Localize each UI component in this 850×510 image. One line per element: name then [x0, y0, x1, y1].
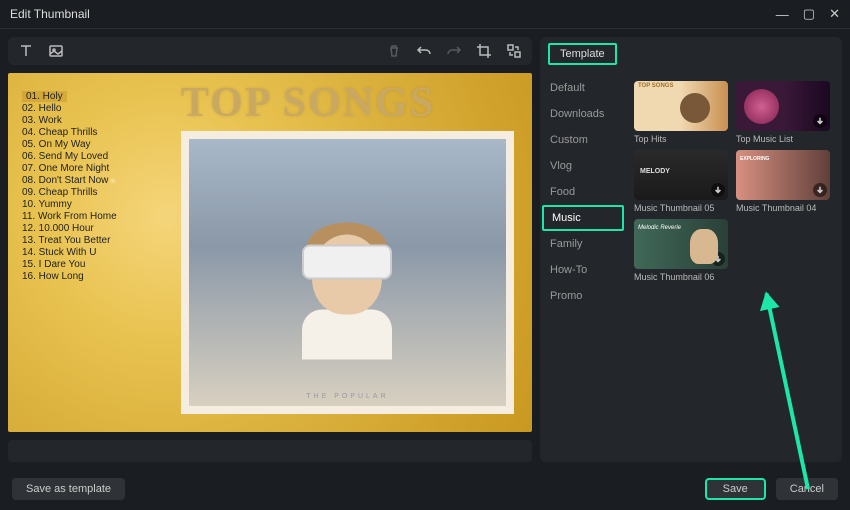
thumbnail-preview-image[interactable]: [634, 150, 728, 200]
track-item: 06. Send My Loved: [22, 151, 167, 162]
track-item: 15. I Dare You: [22, 259, 167, 270]
redo-icon[interactable]: [446, 43, 462, 59]
thumbnail-grid: Top Hits Top Music List Music Thumbnail …: [626, 71, 842, 462]
thumbnail-label: Top Hits: [634, 134, 728, 144]
preview-right: TOP SONGS THE POPULAR: [181, 73, 532, 432]
footer-caption: THE POPULAR: [306, 393, 388, 400]
track-item: 04. Cheap Thrills: [22, 127, 167, 138]
close-icon[interactable]: ✕: [829, 6, 840, 22]
timeline-bar[interactable]: [8, 440, 532, 462]
thumbnail-preview-image[interactable]: [736, 150, 830, 200]
download-icon[interactable]: [711, 252, 725, 266]
thumbnail-preview-image[interactable]: [634, 219, 728, 269]
thumbnail-preview-image[interactable]: [634, 81, 728, 131]
category-family[interactable]: Family: [540, 231, 626, 257]
track-item: 05. On My Way: [22, 139, 167, 150]
image-tool-icon[interactable]: [48, 43, 64, 59]
thumbnail-item: Music Thumbnail 06: [634, 219, 728, 282]
delete-icon[interactable]: [386, 43, 402, 59]
download-icon[interactable]: [711, 183, 725, 197]
category-vlog[interactable]: Vlog: [540, 153, 626, 179]
download-icon[interactable]: [813, 183, 827, 197]
category-music[interactable]: Music: [542, 205, 624, 231]
track-item: 01. Holy: [22, 91, 67, 102]
track-list: 01. Holy 02. Hello 03. Work 04. Cheap Th…: [8, 73, 181, 432]
thumbnail-item: Top Hits: [634, 81, 728, 144]
category-promo[interactable]: Promo: [540, 283, 626, 309]
category-howto[interactable]: How-To: [540, 257, 626, 283]
thumbnail-preview[interactable]: 01. Holy 02. Hello 03. Work 04. Cheap Th…: [8, 73, 532, 432]
category-food[interactable]: Food: [540, 179, 626, 205]
category-list: Default Downloads Custom Vlog Food Music…: [540, 71, 626, 462]
save-button[interactable]: Save: [705, 478, 766, 500]
editor-toolbar: [8, 37, 532, 65]
content: 01. Holy 02. Hello 03. Work 04. Cheap Th…: [0, 29, 850, 470]
minimize-icon[interactable]: —: [776, 7, 789, 22]
track-item: 16. How Long: [22, 271, 167, 282]
cancel-button[interactable]: Cancel: [776, 478, 838, 500]
track-item: 02. Hello: [22, 103, 167, 114]
headline-text: TOP SONGS: [181, 79, 532, 127]
track-item: 12. 10.000 Hour: [22, 223, 167, 234]
category-custom[interactable]: Custom: [540, 127, 626, 153]
tab-template[interactable]: Template: [548, 43, 617, 65]
window-controls: — ▢ ✕: [776, 6, 840, 22]
thumbnail-item: Music Thumbnail 05: [634, 150, 728, 213]
download-icon[interactable]: [813, 114, 827, 128]
thumbnail-label: Top Music List: [736, 134, 830, 144]
track-item: 07. One More Night: [22, 163, 167, 174]
thumbnail-item: Music Thumbnail 04: [736, 150, 830, 213]
window-title: Edit Thumbnail: [10, 7, 90, 21]
track-item: 13. Treat You Better: [22, 235, 167, 246]
editor-column: 01. Holy 02. Hello 03. Work 04. Cheap Th…: [0, 29, 540, 470]
crop-icon[interactable]: [476, 43, 492, 59]
track-item: 03. Work: [22, 115, 167, 126]
maximize-icon[interactable]: ▢: [803, 6, 815, 22]
save-as-template-button[interactable]: Save as template: [12, 478, 125, 500]
panel-tabs: Template: [540, 37, 842, 71]
track-item: 10. Yummy: [22, 199, 167, 210]
track-item: 11. Work From Home: [22, 211, 167, 222]
thumbnail-item: Top Music List: [736, 81, 830, 144]
undo-icon[interactable]: [416, 43, 432, 59]
category-downloads[interactable]: Downloads: [540, 101, 626, 127]
preview-photo: THE POPULAR: [181, 131, 514, 414]
transform-icon[interactable]: [506, 43, 522, 59]
footer: Save as template Save Cancel: [0, 470, 850, 510]
category-default[interactable]: Default: [540, 75, 626, 101]
template-panel: Template Default Downloads Custom Vlog F…: [540, 29, 850, 470]
thumbnail-label: Music Thumbnail 06: [634, 272, 728, 282]
text-tool-icon[interactable]: [18, 43, 34, 59]
titlebar: Edit Thumbnail — ▢ ✕: [0, 0, 850, 29]
thumbnail-label: Music Thumbnail 04: [736, 203, 830, 213]
track-item: 08. Don't Start Now: [22, 175, 167, 186]
thumbnail-preview-image[interactable]: [736, 81, 830, 131]
track-item: 09. Cheap Thrills: [22, 187, 167, 198]
thumbnail-label: Music Thumbnail 05: [634, 203, 728, 213]
track-item: 14. Stuck With U: [22, 247, 167, 258]
